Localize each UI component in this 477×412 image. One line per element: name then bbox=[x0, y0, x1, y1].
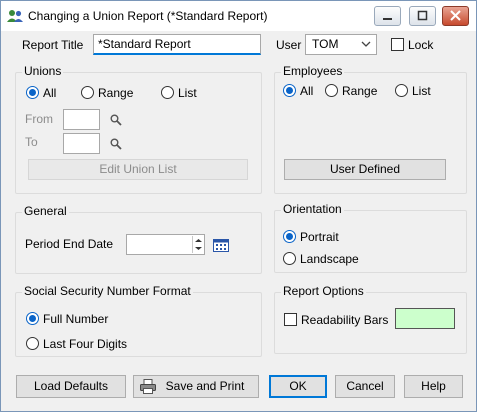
period-end-spinner[interactable] bbox=[192, 236, 203, 253]
landscape-label: Landscape bbox=[300, 252, 359, 266]
spin-down-icon[interactable] bbox=[194, 246, 203, 251]
lock-checkbox[interactable] bbox=[391, 38, 404, 51]
unions-list-label: List bbox=[178, 86, 197, 100]
unions-from-input[interactable] bbox=[63, 109, 100, 130]
period-end-input[interactable] bbox=[126, 234, 205, 255]
employees-range-radio[interactable] bbox=[325, 84, 338, 97]
report-options-group: Report Options Readability Bars bbox=[274, 284, 467, 354]
portrait-label: Portrait bbox=[300, 230, 339, 244]
employees-all-radio[interactable] bbox=[283, 84, 296, 97]
report-title-input[interactable]: *Standard Report bbox=[93, 34, 261, 55]
employees-list-label: List bbox=[412, 84, 431, 98]
load-defaults-button[interactable]: Load Defaults bbox=[16, 375, 126, 398]
users-icon bbox=[7, 10, 23, 22]
ssn-full-label: Full Number bbox=[43, 312, 109, 326]
save-print-button[interactable]: Save and Print bbox=[133, 375, 259, 398]
unions-list-radio[interactable] bbox=[161, 86, 174, 99]
maximize-button[interactable] bbox=[409, 6, 436, 26]
cancel-button[interactable]: Cancel bbox=[335, 375, 395, 398]
user-defined-button[interactable]: User Defined bbox=[284, 159, 446, 180]
report-title-label: Report Title bbox=[22, 38, 84, 52]
user-select[interactable]: TOM bbox=[305, 34, 377, 55]
ok-button[interactable]: OK bbox=[269, 375, 327, 398]
general-group: General Period End Date bbox=[15, 204, 262, 274]
help-button[interactable]: Help bbox=[404, 375, 463, 398]
user-value: TOM bbox=[312, 37, 339, 51]
period-end-label: Period End Date bbox=[25, 237, 114, 251]
user-label: User bbox=[276, 38, 302, 52]
minimize-icon bbox=[383, 18, 392, 20]
ssn-last-four-label: Last Four Digits bbox=[43, 337, 128, 351]
unions-from-label: From bbox=[25, 112, 53, 126]
landscape-radio[interactable] bbox=[283, 252, 296, 265]
printer-icon bbox=[140, 379, 156, 394]
orientation-group: Orientation Portrait Landscape bbox=[274, 202, 467, 273]
employees-group: Employees All Range List User Defined bbox=[274, 64, 467, 194]
employees-list-radio[interactable] bbox=[395, 84, 408, 97]
employees-range-label: Range bbox=[342, 84, 378, 98]
window-title: Changing a Union Report (*Standard Repor… bbox=[28, 9, 268, 23]
employees-all-label: All bbox=[300, 84, 314, 98]
search-icon[interactable] bbox=[110, 114, 122, 126]
report-options-title: Report Options bbox=[281, 284, 366, 298]
unions-to-input[interactable] bbox=[63, 133, 100, 154]
calendar-icon[interactable] bbox=[213, 237, 229, 252]
ssn-last-four-radio[interactable] bbox=[26, 337, 39, 350]
orientation-title: Orientation bbox=[281, 202, 344, 216]
general-title: General bbox=[22, 204, 69, 218]
unions-title: Unions bbox=[22, 64, 64, 78]
close-button[interactable] bbox=[442, 6, 469, 26]
ssn-title: Social Security Number Format bbox=[22, 284, 193, 298]
edit-union-list-button[interactable]: Edit Union List bbox=[28, 159, 248, 180]
readability-bars-label: Readability Bars bbox=[301, 313, 389, 327]
lock-label: Lock bbox=[408, 38, 434, 52]
ssn-full-radio[interactable] bbox=[26, 312, 39, 325]
title-bar: Changing a Union Report (*Standard Repor… bbox=[1, 1, 476, 31]
employees-title: Employees bbox=[281, 64, 345, 78]
search-icon[interactable] bbox=[110, 138, 122, 150]
portrait-radio[interactable] bbox=[283, 230, 296, 243]
unions-all-radio[interactable] bbox=[26, 86, 39, 99]
readability-color-swatch[interactable] bbox=[395, 308, 455, 329]
minimize-button[interactable] bbox=[374, 6, 401, 26]
save-print-label: Save and Print bbox=[165, 379, 245, 393]
maximize-icon bbox=[417, 10, 428, 21]
unions-all-label: All bbox=[43, 86, 57, 100]
unions-range-label: Range bbox=[98, 86, 134, 100]
unions-to-label: To bbox=[25, 135, 38, 149]
spin-up-icon[interactable] bbox=[194, 238, 203, 243]
unions-group: Unions All Range List From To Edit Union… bbox=[15, 64, 262, 194]
dialog-window: Changing a Union Report (*Standard Repor… bbox=[0, 0, 477, 412]
unions-range-radio[interactable] bbox=[81, 86, 94, 99]
close-icon bbox=[450, 10, 461, 21]
ssn-group: Social Security Number Format Full Numbe… bbox=[15, 284, 262, 357]
chevron-down-icon bbox=[361, 41, 371, 47]
readability-bars-checkbox[interactable] bbox=[284, 313, 297, 326]
